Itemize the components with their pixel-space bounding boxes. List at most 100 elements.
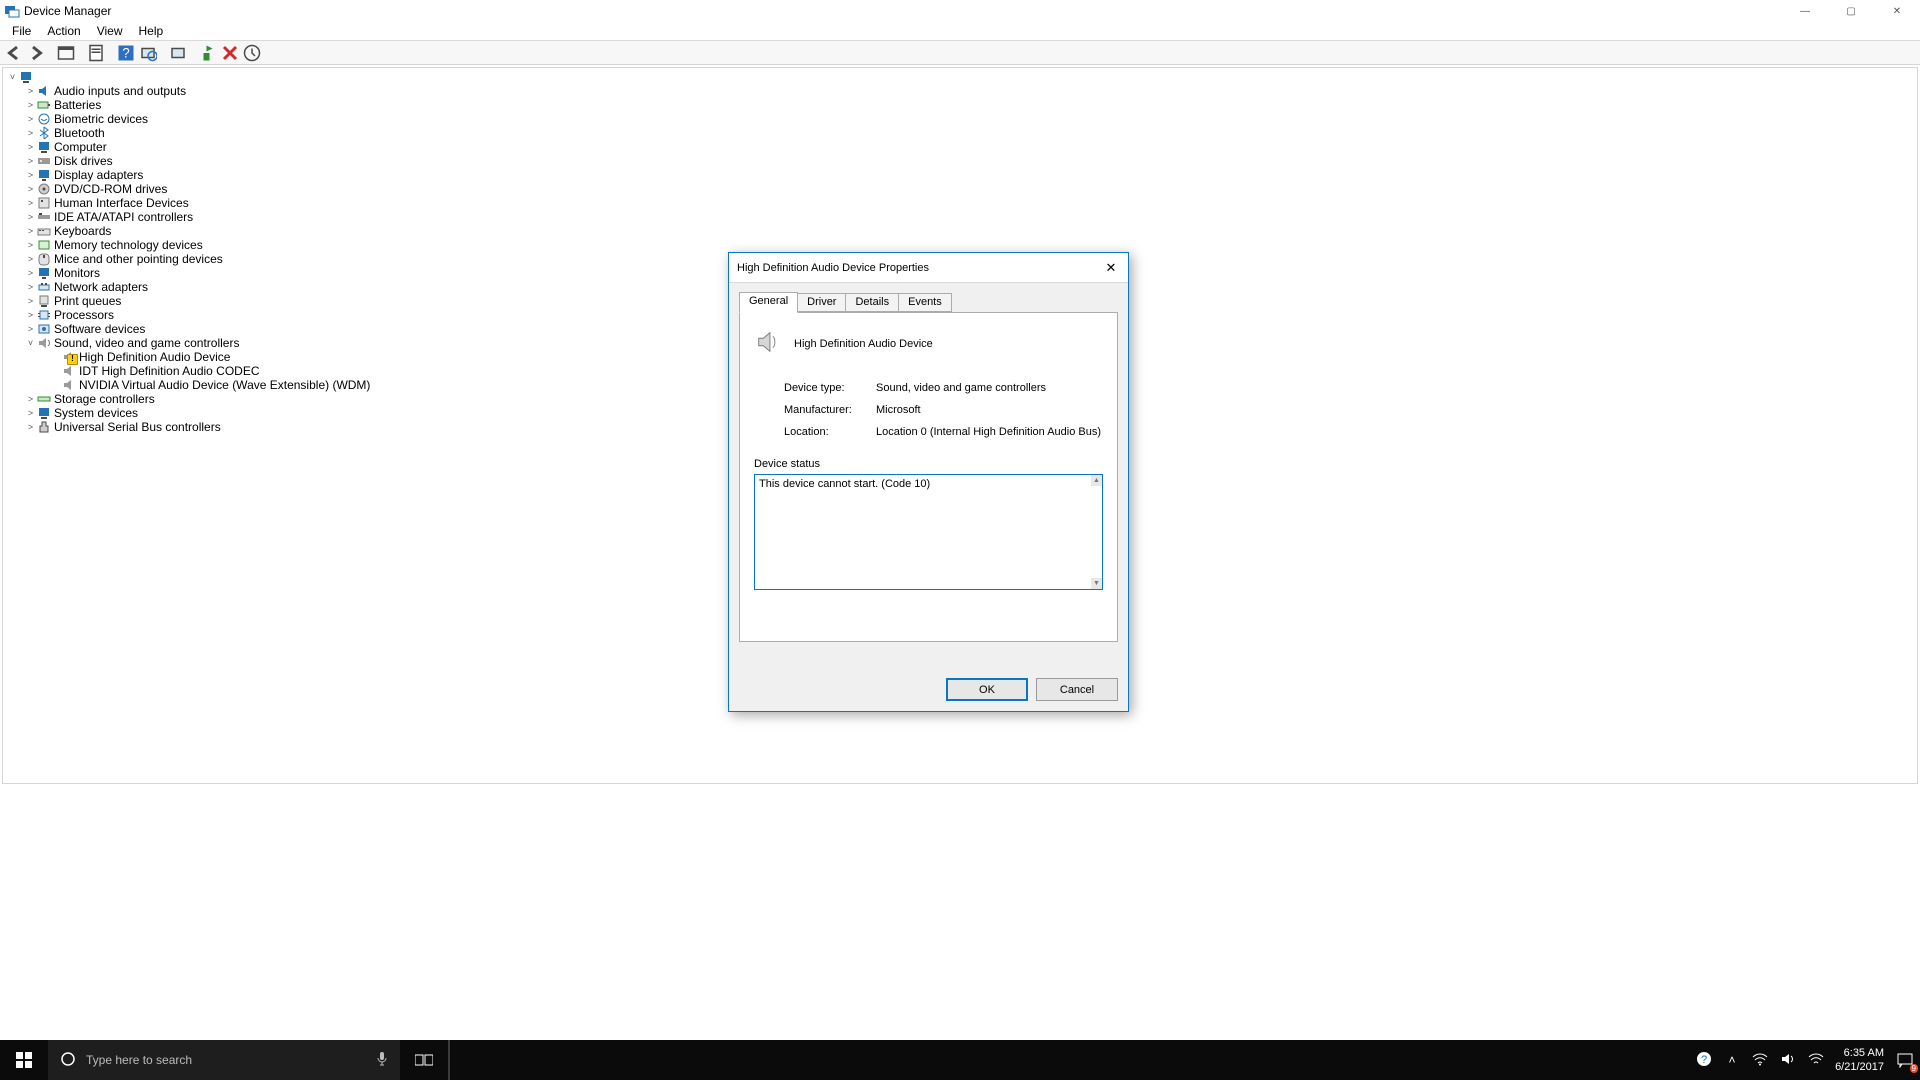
tree-category-label[interactable]: Network adapters — [52, 280, 148, 294]
tree-category-label[interactable]: Monitors — [52, 266, 100, 280]
menu-file[interactable]: File — [4, 23, 39, 39]
tree-category-label[interactable]: Bluetooth — [52, 126, 105, 140]
tree-category-label[interactable]: Software devices — [52, 322, 145, 336]
tree-twist-icon[interactable]: ˃ — [25, 100, 36, 111]
category-icon — [36, 112, 52, 126]
tree-category-label[interactable]: DVD/CD-ROM drives — [52, 182, 167, 196]
tree-category-label[interactable]: Mice and other pointing devices — [52, 252, 223, 266]
toolbar-properties-icon[interactable] — [86, 43, 106, 63]
taskbar-help-icon[interactable]: ? — [1695, 1051, 1713, 1070]
tree-category-label[interactable]: Batteries — [52, 98, 101, 112]
tab-driver[interactable]: Driver — [797, 293, 846, 312]
tree-category-label[interactable]: Processors — [52, 308, 114, 322]
cancel-button[interactable]: Cancel — [1036, 678, 1118, 701]
tree-twist-icon[interactable]: ˃ — [25, 310, 36, 321]
tray-chevron-up-icon[interactable]: ˄ — [1723, 1053, 1741, 1067]
category-icon — [36, 252, 52, 266]
category-icon — [36, 182, 52, 196]
tree-category-label[interactable]: Storage controllers — [52, 392, 155, 406]
tab-events[interactable]: Events — [898, 293, 952, 312]
tree-twist-icon[interactable]: ˃ — [25, 296, 36, 307]
task-view-button[interactable] — [400, 1040, 448, 1080]
label-device-type: Device type: — [784, 382, 876, 404]
dialog-close-button[interactable]: ✕ — [1096, 255, 1126, 281]
toolbar-help-icon[interactable]: ? — [116, 43, 136, 63]
tree-twist-icon[interactable]: ˃ — [25, 282, 36, 293]
svg-text:?: ? — [1701, 1054, 1707, 1066]
scroll-down-icon[interactable]: ▼ — [1091, 578, 1102, 589]
tree-twist-icon[interactable]: ˃ — [25, 324, 36, 335]
tree-category-label[interactable]: Audio inputs and outputs — [52, 84, 186, 98]
dialog-titlebar[interactable]: High Definition Audio Device Properties … — [729, 253, 1128, 283]
toolbar-forward-icon[interactable] — [26, 43, 46, 63]
tree-twist-icon[interactable]: ˅ — [7, 72, 18, 83]
tree-device-label[interactable]: High Definition Audio Device — [77, 350, 230, 364]
taskbar-clock[interactable]: 6:35 AM 6/21/2017 — [1835, 1046, 1884, 1074]
tree-category-label[interactable]: Print queues — [52, 294, 121, 308]
category-icon — [36, 266, 52, 280]
tree-twist-icon[interactable]: ˃ — [25, 184, 36, 195]
tree-twist-icon[interactable]: ˃ — [25, 114, 36, 125]
tree-twist-icon[interactable]: ˃ — [25, 254, 36, 265]
category-icon — [36, 238, 52, 252]
tree-twist-icon[interactable]: ˃ — [25, 142, 36, 153]
tray-volume-icon[interactable] — [1779, 1052, 1797, 1069]
taskbar-search[interactable]: Type here to search — [48, 1040, 400, 1080]
minimize-button[interactable]: — — [1782, 0, 1828, 22]
ok-button[interactable]: OK — [946, 678, 1028, 701]
speaker-icon — [754, 327, 784, 360]
category-icon — [36, 126, 52, 140]
tree-twist-icon[interactable]: ˃ — [25, 156, 36, 167]
close-button[interactable]: ✕ — [1874, 0, 1920, 22]
tree-twist-icon[interactable]: ˃ — [25, 198, 36, 209]
tree-twist-icon[interactable]: ˃ — [25, 422, 36, 433]
tree-twist-icon[interactable]: ˃ — [25, 170, 36, 181]
maximize-button[interactable]: ▢ — [1828, 0, 1874, 22]
device-name-text: High Definition Audio Device — [794, 338, 933, 350]
tree-category-label[interactable]: Computer — [52, 140, 107, 154]
action-center-button[interactable] — [1894, 1049, 1916, 1071]
menu-help[interactable]: Help — [131, 23, 172, 39]
toolbar-show-hide-icon[interactable] — [56, 43, 76, 63]
tree-twist-icon[interactable]: ˃ — [25, 128, 36, 139]
tree-category-label[interactable]: System devices — [52, 406, 138, 420]
tree-category-label[interactable]: Disk drives — [52, 154, 113, 168]
tab-general[interactable]: General — [739, 292, 798, 313]
toolbar-update-driver-icon[interactable] — [168, 43, 188, 63]
tray-wifi-icon[interactable] — [1751, 1052, 1769, 1069]
device-status-textbox[interactable]: This device cannot start. (Code 10) ▲ ▼ — [754, 474, 1103, 590]
tree-twist-icon[interactable]: ˃ — [25, 268, 36, 279]
microphone-icon[interactable] — [376, 1051, 388, 1070]
start-button[interactable] — [0, 1040, 48, 1080]
toolbar-back-icon[interactable] — [4, 43, 24, 63]
tree-twist-icon[interactable]: ˃ — [25, 226, 36, 237]
toolbar-scan-icon[interactable] — [138, 43, 158, 63]
tree-category-label[interactable]: IDE ATA/ATAPI controllers — [52, 210, 193, 224]
menu-action[interactable]: Action — [39, 23, 88, 39]
tree-category-label[interactable]: Universal Serial Bus controllers — [52, 420, 221, 434]
tab-panel-general: High Definition Audio Device Device type… — [739, 312, 1118, 642]
tree-category-label[interactable]: Sound, video and game controllers — [52, 336, 239, 350]
tree-category-label[interactable]: Display adapters — [52, 168, 143, 182]
toolbar-enable-icon[interactable] — [198, 43, 218, 63]
device-status-text: This device cannot start. (Code 10) — [759, 478, 930, 490]
tree-twist-icon[interactable]: ˃ — [25, 408, 36, 419]
tree-twist-icon[interactable]: ˃ — [25, 86, 36, 97]
tree-device-label[interactable]: NVIDIA Virtual Audio Device (Wave Extens… — [77, 378, 370, 392]
tree-category-label[interactable]: Keyboards — [52, 224, 111, 238]
menu-view[interactable]: View — [89, 23, 131, 39]
toolbar-uninstall-icon[interactable] — [220, 43, 240, 63]
taskbar-app-divider — [448, 1040, 452, 1080]
toolbar-legacy-icon[interactable] — [242, 43, 262, 63]
tree-category-label[interactable]: Memory technology devices — [52, 238, 203, 252]
tree-twist-icon[interactable]: ˃ — [25, 212, 36, 223]
tree-category-label[interactable]: Human Interface Devices — [52, 196, 189, 210]
tree-category-label[interactable]: Biometric devices — [52, 112, 148, 126]
scroll-up-icon[interactable]: ▲ — [1091, 475, 1102, 486]
tree-twist-icon[interactable]: ˃ — [25, 394, 36, 405]
tree-twist-icon[interactable]: ˃ — [25, 240, 36, 251]
tray-network-icon[interactable] — [1807, 1052, 1825, 1069]
tree-device-label[interactable]: IDT High Definition Audio CODEC — [77, 364, 260, 378]
tab-details[interactable]: Details — [845, 293, 899, 312]
tree-twist-icon[interactable]: ˅ — [25, 338, 36, 349]
